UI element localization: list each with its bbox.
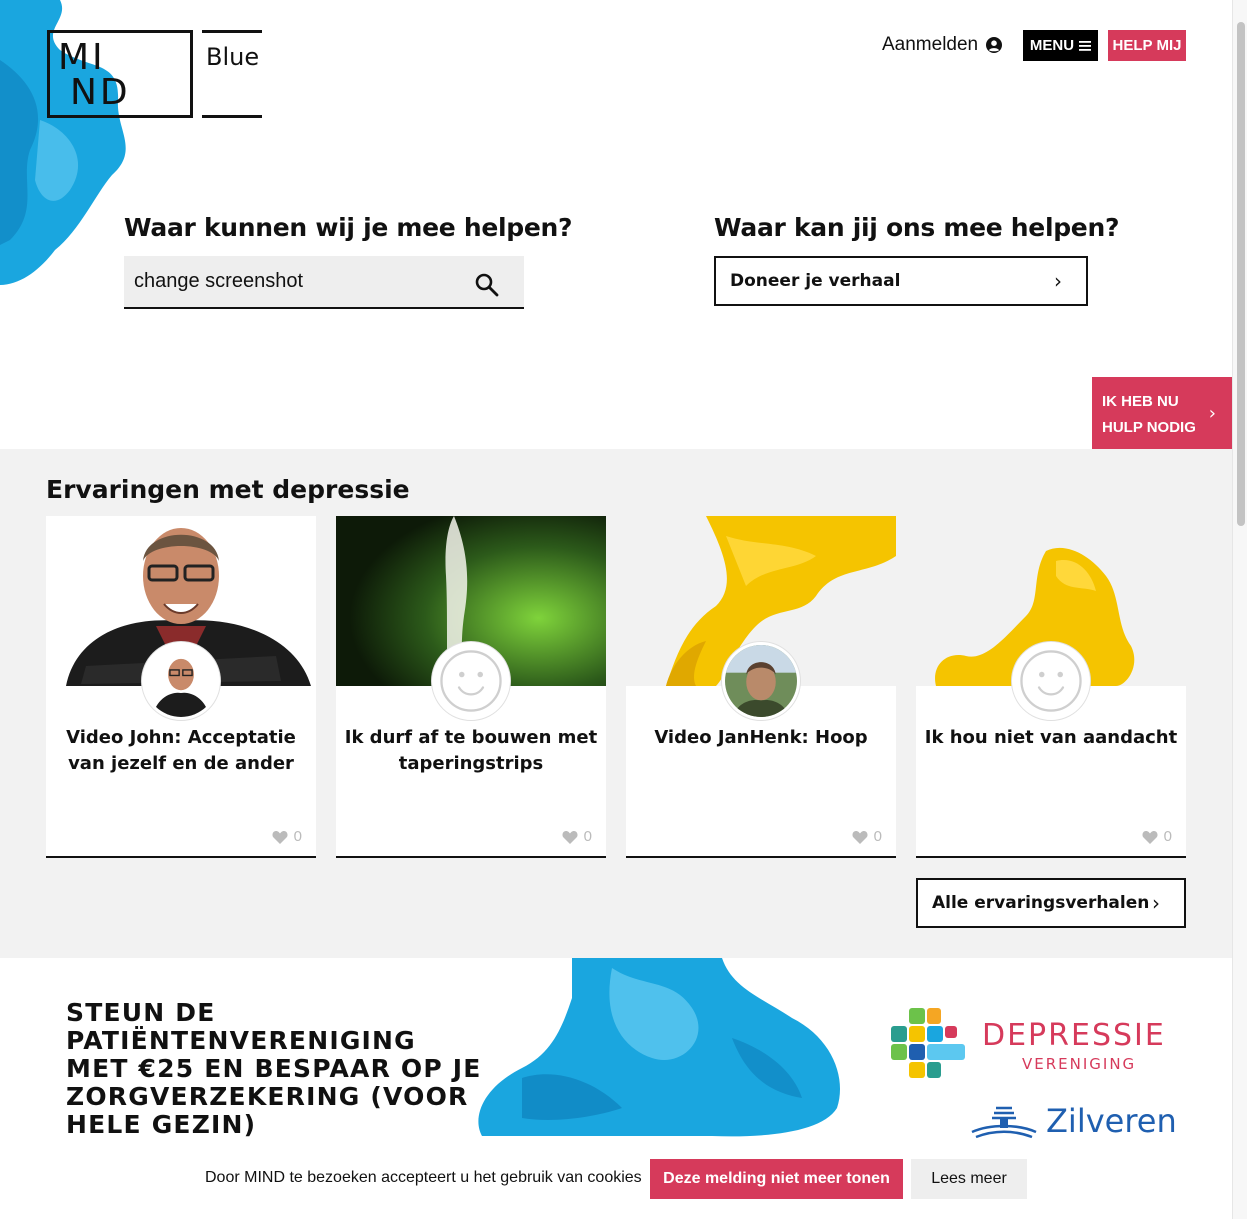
- all-stories-label: Alle ervaringsverhalen: [932, 893, 1150, 913]
- chevron-right-icon: ›: [1152, 891, 1160, 915]
- default-avatar: [1012, 642, 1090, 720]
- help-label: HELP MIJ: [1112, 37, 1182, 54]
- donate-story-button[interactable]: Doneer je verhaal ›: [714, 256, 1088, 306]
- likes-counter[interactable]: 0: [562, 828, 592, 845]
- cookie-read-more-button[interactable]: Lees meer: [911, 1159, 1027, 1199]
- heart-icon: [852, 830, 868, 844]
- experience-card[interactable]: Video John: Acceptatie van jezelf en de …: [46, 516, 316, 858]
- author-avatar: [722, 642, 800, 720]
- logo-blue-text: Blue: [206, 43, 260, 71]
- partner-subtitle: VERENIGING: [1022, 1055, 1137, 1073]
- default-avatar: [432, 642, 510, 720]
- donate-label: Doneer je verhaal: [730, 271, 901, 291]
- logo-text-line1: MI: [58, 37, 106, 78]
- mind-logo[interactable]: MI ND: [47, 30, 193, 118]
- experience-card[interactable]: Ik durf af te bouwen met taperingstrips …: [336, 516, 606, 858]
- heart-icon: [272, 830, 288, 844]
- experiences-heading: Ervaringen met depressie: [46, 475, 410, 504]
- zilveren-kruis-icon[interactable]: [970, 1106, 1038, 1140]
- likes-counter[interactable]: 0: [852, 828, 882, 845]
- card-title: Video John: Acceptatie van jezelf en de …: [66, 727, 296, 774]
- need-help-now-tab[interactable]: IK HEB NU HULP NODIG ›: [1092, 377, 1232, 449]
- likes-count: 0: [583, 828, 592, 845]
- all-stories-button[interactable]: Alle ervaringsverhalen ›: [916, 878, 1186, 928]
- login-link[interactable]: Aanmelden: [882, 32, 1003, 58]
- author-avatar: [142, 642, 220, 720]
- contribute-heading: Waar kan jij ons mee helpen?: [714, 213, 1120, 242]
- search-input[interactable]: [124, 256, 464, 307]
- likes-counter[interactable]: 0: [1142, 828, 1172, 845]
- experience-card[interactable]: Ik hou niet van aandacht 0: [916, 516, 1186, 858]
- card-title: Video JanHenk: Hoop: [654, 727, 868, 748]
- likes-count: 0: [293, 828, 302, 845]
- blue-ink-banner-image: [478, 958, 840, 1137]
- menu-label: MENU: [1029, 37, 1075, 54]
- likes-counter[interactable]: 0: [272, 828, 302, 845]
- hamburger-icon: [1079, 40, 1092, 51]
- search-box: [124, 256, 524, 309]
- card-title: Ik hou niet van aandacht: [924, 727, 1178, 748]
- scrollbar-thumb[interactable]: [1237, 22, 1245, 526]
- heart-icon: [562, 830, 578, 844]
- heart-icon: [1142, 830, 1158, 844]
- banner-text[interactable]: STEUN DE PATIËNTENVERENIGING MET €25 EN …: [66, 999, 486, 1139]
- scrollbar[interactable]: [1232, 0, 1247, 1219]
- cookie-dismiss-button[interactable]: Deze melding niet meer tonen: [650, 1159, 903, 1199]
- search-icon[interactable]: [474, 272, 500, 298]
- menu-button[interactable]: MENU: [1023, 30, 1098, 61]
- partner-name: Zilveren: [1046, 1102, 1177, 1140]
- logo-text-line2: ND: [70, 72, 131, 113]
- search-heading: Waar kunnen wij je mee helpen?: [124, 213, 573, 242]
- user-icon: [986, 37, 1003, 53]
- blue-logo[interactable]: Blue: [202, 30, 262, 118]
- login-label: Aanmelden: [882, 34, 979, 55]
- card-title: Ik durf af te bouwen met taperingstrips: [344, 727, 598, 774]
- chevron-right-icon: ›: [1054, 269, 1062, 293]
- experience-card[interactable]: Video JanHenk: Hoop 0: [626, 516, 896, 858]
- chevron-right-icon: ›: [1208, 403, 1216, 424]
- likes-count: 0: [873, 828, 882, 845]
- partner-name: DEPRESSIE: [982, 1018, 1166, 1053]
- likes-count: 0: [1163, 828, 1172, 845]
- help-me-button[interactable]: HELP MIJ: [1108, 30, 1186, 61]
- cookie-text: Door MIND te bezoeken accepteert u het g…: [205, 1169, 642, 1186]
